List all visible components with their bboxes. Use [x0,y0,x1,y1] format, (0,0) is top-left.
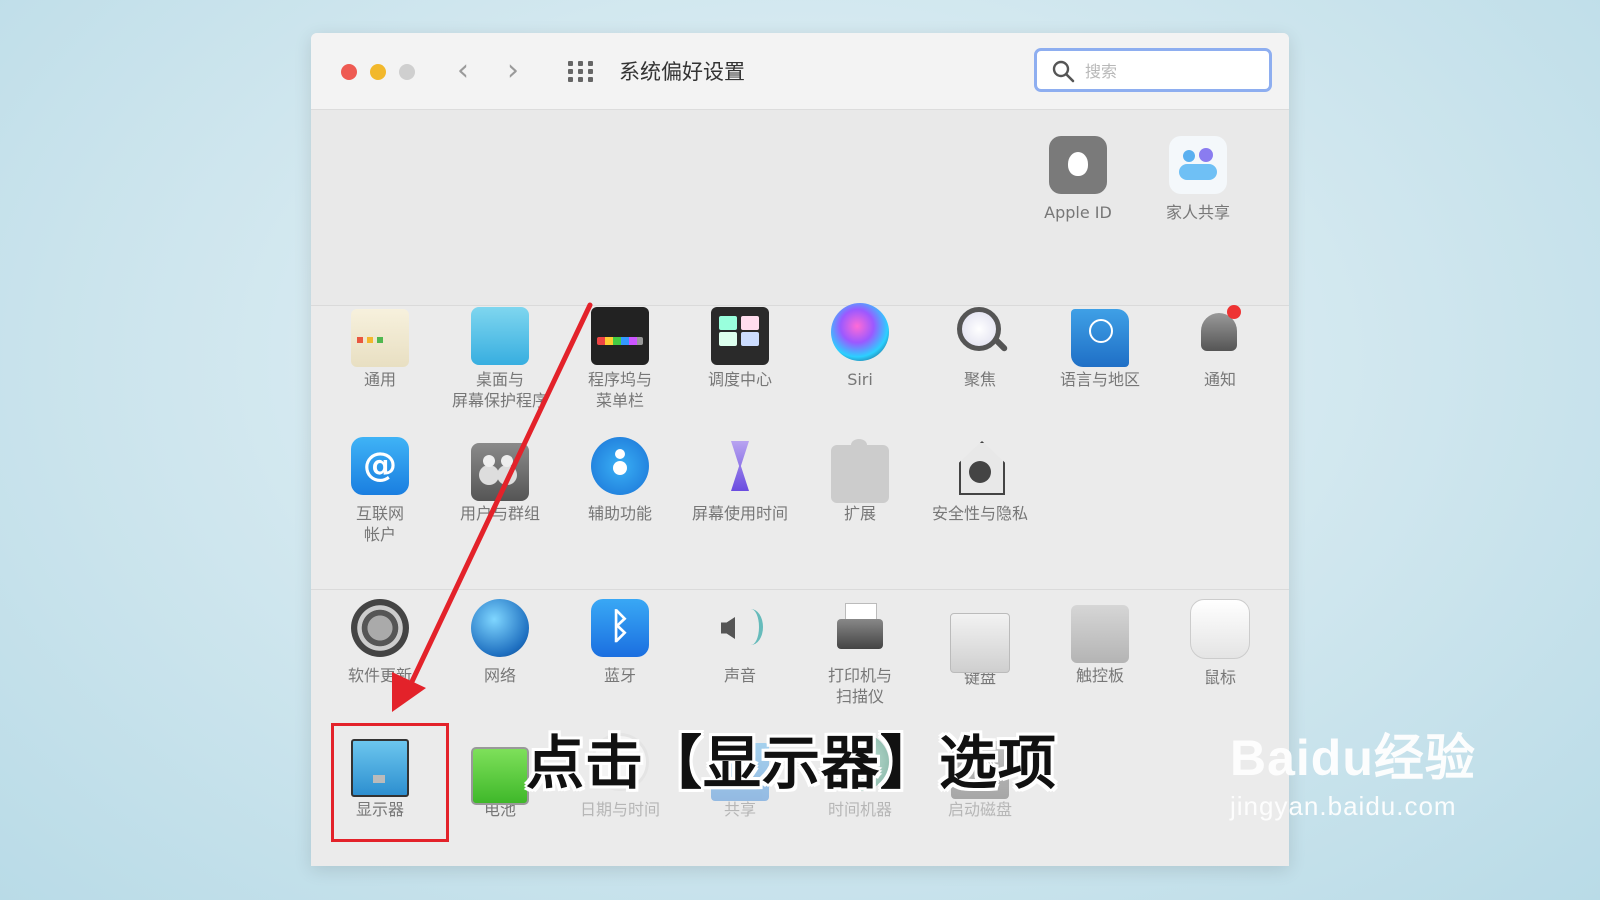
screen-time-icon [711,437,769,495]
desktop-screensaver-icon [471,307,529,365]
pane-label: 打印机与 [827,666,892,685]
zoom-button[interactable] [399,64,415,80]
pane-trackpad[interactable]: 触控板 [1041,599,1159,686]
pane-bluetooth[interactable]: ᛒ 蓝牙 [561,599,679,686]
users-groups-icon [471,443,529,501]
search-icon [1052,60,1075,83]
pane-label: 屏幕保护程序 [451,391,548,410]
pane-label: 程序坞与 [587,370,652,389]
pane-language-region[interactable]: 语言与地区 [1041,303,1159,390]
window-title: 系统偏好设置 [619,60,745,84]
pane-label: 聚焦 [963,370,996,389]
internet-accounts-icon: @ [351,437,409,495]
minimize-button[interactable] [370,64,386,80]
search-field[interactable] [1034,48,1272,92]
pane-users-groups[interactable]: 用户与群组 [441,437,559,524]
pane-label: 扩展 [843,504,876,523]
pane-screen-time[interactable]: 屏幕使用时间 [681,437,799,524]
pane-label: 互联网 [355,504,404,523]
pane-accessibility[interactable]: 辅助功能 [561,437,679,524]
baidu-watermark: Baidu经验 jingyan.baidu.com [1230,728,1520,822]
search-input[interactable] [1083,57,1257,85]
pane-label: 桌面与 [475,370,524,389]
instruction-caption: 点击【显示器】选项 [526,729,1058,797]
pane-label: 通用 [363,370,396,389]
security-privacy-icon [951,437,1009,495]
keyboard-icon [950,613,1010,673]
pane-label: 启动磁盘 [947,800,1012,819]
pane-notifications[interactable]: 通知 [1161,303,1279,390]
software-update-icon [351,599,409,657]
pane-mouse[interactable]: 鼠标 [1161,599,1279,688]
notifications-icon [1191,303,1249,361]
network-icon [471,599,529,657]
extensions-icon [831,439,889,503]
pane-extensions[interactable]: 扩展 [801,437,919,524]
family-sharing-icon [1169,136,1227,194]
pane-label: 网络 [483,666,516,685]
pane-printers-scanners[interactable]: 打印机与 扫描仪 [801,599,919,707]
pane-internet-accounts[interactable]: @ 互联网帐户 [321,437,439,545]
trackpad-icon [1071,605,1129,663]
pane-desktop-screensaver[interactable]: 桌面与 屏幕保护程序 [441,303,559,411]
pane-label: 用户与群组 [459,504,540,523]
mission-control-icon [711,307,769,365]
pane-network[interactable]: 网络 [441,599,559,686]
title-bar: ‹ › 系统偏好设置 [311,33,1289,110]
pane-dock-menubar[interactable]: 程序坞与 菜单栏 [561,303,679,411]
language-region-icon [1071,309,1129,367]
pane-label: 共享 [723,800,756,819]
printers-scanners-icon [831,599,889,657]
pane-general[interactable]: 通用 [321,303,439,390]
pane-family-sharing[interactable]: 家人共享 [1139,136,1257,223]
pane-label: 扫描仪 [835,687,884,706]
siri-icon [831,303,889,361]
pane-label: 触控板 [1075,666,1124,685]
battery-icon [471,747,529,805]
sound-icon [711,599,769,657]
pane-label: 屏幕使用时间 [691,504,788,523]
pane-label: 通知 [1203,370,1236,389]
pane-label: Apple ID [1044,203,1112,222]
pane-label: 帐户 [363,525,396,544]
pane-label: 语言与地区 [1059,370,1140,389]
back-icon[interactable]: ‹ [457,53,469,89]
pane-spotlight[interactable]: 聚焦 [921,303,1039,390]
pane-label: 调度中心 [707,370,772,389]
pane-siri[interactable]: Siri [801,303,919,390]
dock-menubar-icon [591,307,649,365]
show-all-grid-icon[interactable] [568,61,594,83]
pane-apple-id[interactable]: Apple ID [1019,136,1137,223]
pane-label: 家人共享 [1165,203,1230,222]
spotlight-icon [951,303,1009,361]
general-icon [351,309,409,367]
pane-label: Siri [847,370,873,389]
pane-label: 菜单栏 [595,391,644,410]
pane-label: 日期与时间 [579,800,660,819]
accessibility-icon [591,437,649,495]
close-button[interactable] [341,64,357,80]
watermark-url: jingyan.baidu.com [1230,791,1457,821]
pane-keyboard[interactable]: 键盘 [921,599,1039,688]
pane-label: 软件更新 [347,666,412,685]
pane-label: 辅助功能 [587,504,652,523]
pane-security-privacy[interactable]: 安全性与隐私 [921,437,1039,524]
pane-label: 声音 [723,666,756,685]
pane-software-update[interactable]: 软件更新 [321,599,439,686]
watermark-brand: Baidu经验 [1230,730,1476,786]
pane-mission-control[interactable]: 调度中心 [681,303,799,390]
pane-label: 时间机器 [827,800,892,819]
pane-label: 鼠标 [1203,668,1236,687]
pane-label: 安全性与隐私 [931,504,1028,523]
bluetooth-icon: ᛒ [591,599,649,657]
pane-label: 蓝牙 [603,666,636,685]
displays-highlight-box [331,723,449,842]
apple-id-icon [1049,136,1107,194]
pane-sound[interactable]: 声音 [681,599,799,686]
forward-icon[interactable]: › [507,53,519,89]
mouse-icon [1190,599,1250,659]
